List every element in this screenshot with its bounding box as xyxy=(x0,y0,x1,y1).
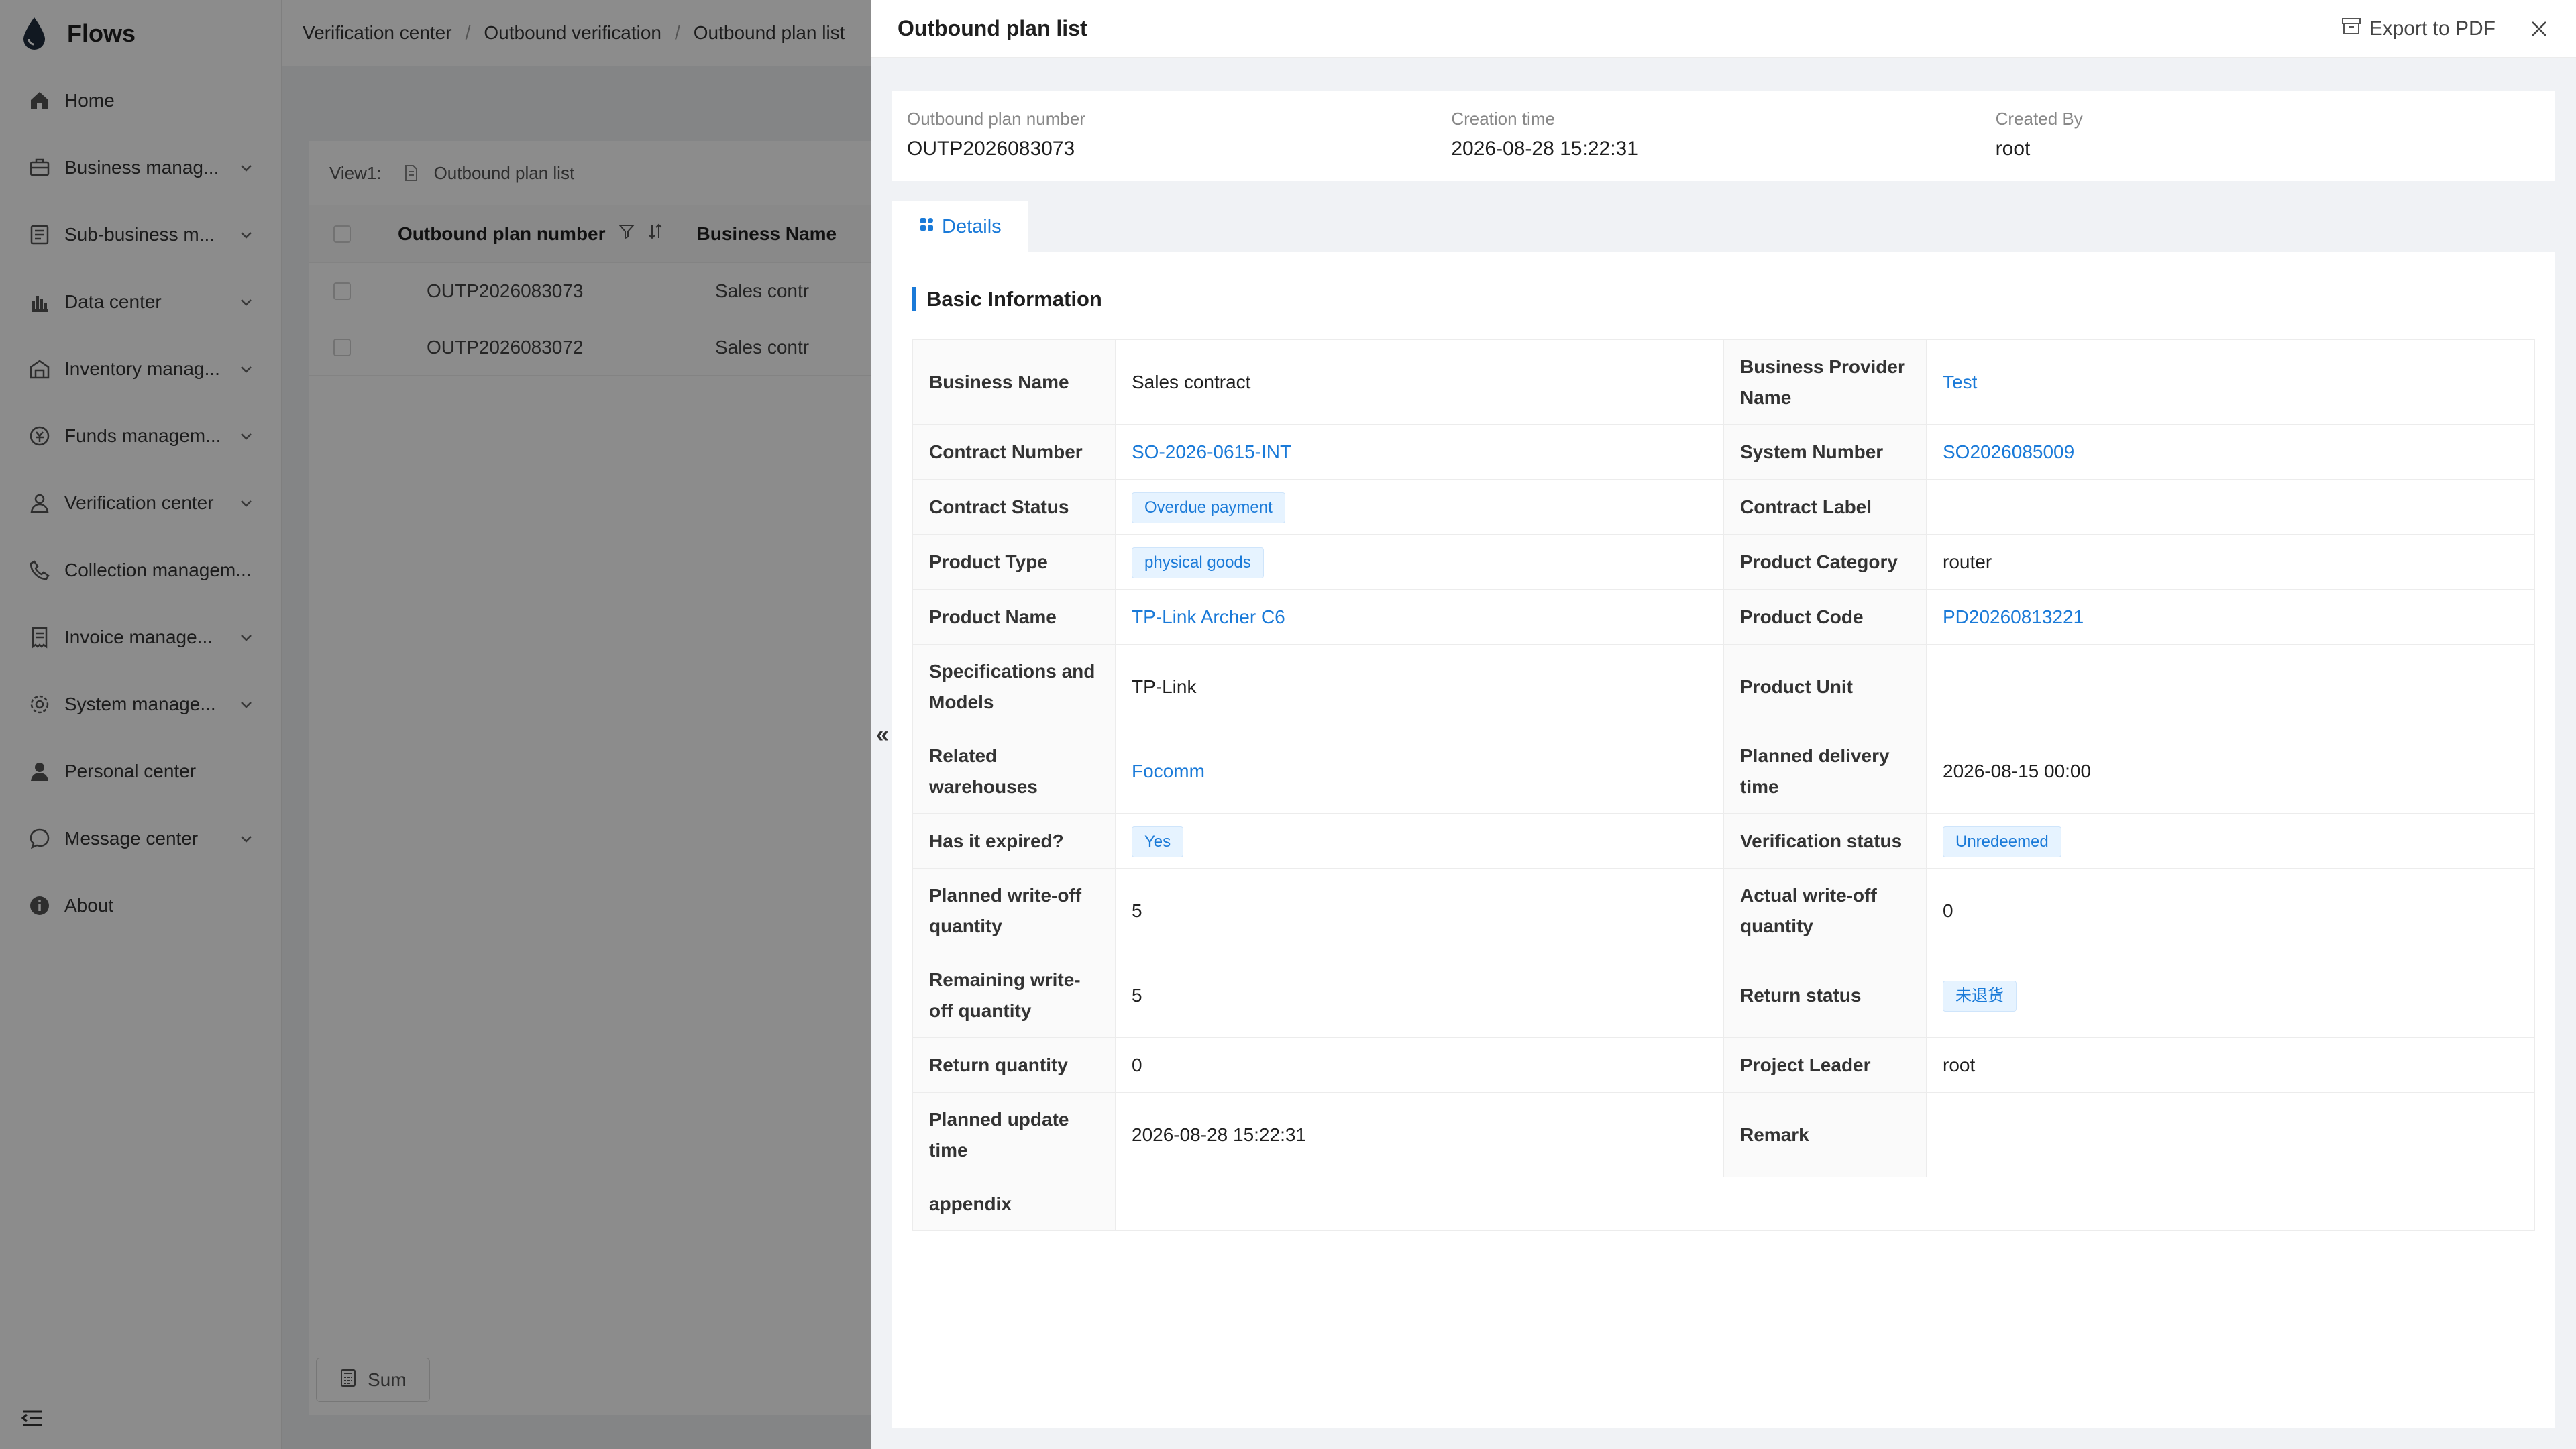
field-value xyxy=(1926,644,2535,729)
info-row: Return quantity 0 Project Leader root xyxy=(912,1037,2535,1093)
field-label: Contract Number xyxy=(912,424,1116,480)
info-row: Remaining write-off quantity 5 Return st… xyxy=(912,953,2535,1038)
info-row: Contract Status Overdue payment Contract… xyxy=(912,479,2535,535)
info-row: Contract Number SO-2026-0615-INT System … xyxy=(912,424,2535,480)
field-label: Remark xyxy=(1723,1092,1927,1177)
warehouse-link[interactable]: Focomm xyxy=(1115,729,1724,814)
field-value: TP-Link xyxy=(1115,644,1724,729)
summary-label: Created By xyxy=(1995,109,2083,129)
info-row: Product Type physical goods Product Cate… xyxy=(912,534,2535,590)
expand-panel-toggle[interactable]: « xyxy=(876,722,889,748)
field-label: Product Name xyxy=(912,589,1116,645)
summary-value: root xyxy=(1995,138,2031,160)
field-label: Related warehouses xyxy=(912,729,1116,814)
detail-drawer: Outbound plan list Export to PDF Outboun… xyxy=(871,0,2576,1449)
field-label: Product Type xyxy=(912,534,1116,590)
archive-icon xyxy=(2341,17,2361,41)
field-label: Planned delivery time xyxy=(1723,729,1927,814)
type-badge: physical goods xyxy=(1132,547,1264,578)
field-value xyxy=(1926,479,2535,535)
tab-details[interactable]: Details xyxy=(892,201,1028,252)
summary-label: Outbound plan number xyxy=(907,109,1085,129)
summary-label: Creation time xyxy=(1451,109,1555,129)
field-label: Business Provider Name xyxy=(1723,339,1927,425)
summary-value: 2026-08-28 15:22:31 xyxy=(1451,138,1638,160)
close-icon[interactable] xyxy=(2529,19,2549,39)
tab-label: Details xyxy=(942,215,1002,237)
system-number-link[interactable]: SO2026085009 xyxy=(1926,424,2535,480)
field-value: 2026-08-28 15:22:31 xyxy=(1115,1092,1724,1177)
export-pdf-button[interactable]: Export to PDF xyxy=(2341,17,2496,41)
field-value: 0 xyxy=(1115,1037,1724,1093)
summary-plan-number: Outbound plan number OUTP2026083073 xyxy=(907,106,1451,166)
verification-badge: Unredeemed xyxy=(1943,826,2061,857)
field-label: Product Code xyxy=(1723,589,1927,645)
field-label: System Number xyxy=(1723,424,1927,480)
expired-badge: Yes xyxy=(1132,826,1184,857)
field-label: Business Name xyxy=(912,339,1116,425)
info-row: Has it expired? Yes Verification status … xyxy=(912,813,2535,869)
summary-value: OUTP2026083073 xyxy=(907,138,1075,160)
field-label: Planned update time xyxy=(912,1092,1116,1177)
tab-strip: Details xyxy=(892,201,1028,252)
field-value: 5 xyxy=(1115,953,1724,1038)
info-row: Related warehouses Focomm Planned delive… xyxy=(912,729,2535,814)
field-label: Verification status xyxy=(1723,813,1927,869)
field-label: Product Unit xyxy=(1723,644,1927,729)
info-row: Business Name Sales contract Business Pr… xyxy=(912,339,2535,425)
field-label: appendix xyxy=(912,1177,1116,1231)
export-label: Export to PDF xyxy=(2369,17,2496,40)
field-label: Contract Status xyxy=(912,479,1116,535)
field-label: Return quantity xyxy=(912,1037,1116,1093)
field-value: 2026-08-15 00:00 xyxy=(1926,729,2535,814)
field-value: Unredeemed xyxy=(1926,813,2535,869)
product-name-link[interactable]: TP-Link Archer C6 xyxy=(1115,589,1724,645)
product-code-link[interactable]: PD20260813221 xyxy=(1926,589,2535,645)
field-label: Has it expired? xyxy=(912,813,1116,869)
field-label: Remaining write-off quantity xyxy=(912,953,1116,1038)
field-value: 未退货 xyxy=(1926,953,2535,1038)
field-value: 0 xyxy=(1926,868,2535,953)
details-panel: Basic Information Business Name Sales co… xyxy=(892,252,2555,1428)
info-row: Product Name TP-Link Archer C6 Product C… xyxy=(912,589,2535,645)
info-row: Planned update time 2026-08-28 15:22:31 … xyxy=(912,1092,2535,1177)
field-value: Sales contract xyxy=(1115,339,1724,425)
summary-card: Outbound plan number OUTP2026083073 Crea… xyxy=(892,91,2555,181)
field-value: Yes xyxy=(1115,813,1724,869)
info-row: Planned write-off quantity 5 Actual writ… xyxy=(912,868,2535,953)
field-label: Planned write-off quantity xyxy=(912,868,1116,953)
field-value: Overdue payment xyxy=(1115,479,1724,535)
summary-creation-time: Creation time 2026-08-28 15:22:31 xyxy=(1451,106,1995,166)
field-value xyxy=(1115,1177,2535,1231)
info-row: Specifications and Models TP-Link Produc… xyxy=(912,644,2535,729)
section-title: Basic Information xyxy=(912,287,1102,311)
drawer-header: Outbound plan list Export to PDF xyxy=(871,0,2576,58)
provider-link[interactable]: Test xyxy=(1926,339,2535,425)
field-label: Product Category xyxy=(1723,534,1927,590)
field-value: router xyxy=(1926,534,2535,590)
field-label: Actual write-off quantity xyxy=(1723,868,1927,953)
contract-number-link[interactable]: SO-2026-0615-INT xyxy=(1115,424,1724,480)
field-label: Return status xyxy=(1723,953,1927,1038)
field-value: 5 xyxy=(1115,868,1724,953)
status-badge: Overdue payment xyxy=(1132,492,1285,523)
drawer-title: Outbound plan list xyxy=(898,16,1087,40)
field-label: Specifications and Models xyxy=(912,644,1116,729)
basic-info-table: Business Name Sales contract Business Pr… xyxy=(912,339,2535,1231)
field-value: physical goods xyxy=(1115,534,1724,590)
return-status-badge: 未退货 xyxy=(1943,980,2017,1012)
field-label: Contract Label xyxy=(1723,479,1927,535)
summary-created-by: Created By root xyxy=(1996,106,2540,166)
field-label: Project Leader xyxy=(1723,1037,1927,1093)
field-value xyxy=(1926,1092,2535,1177)
field-value: root xyxy=(1926,1037,2535,1093)
info-row: appendix xyxy=(912,1177,2535,1231)
grid-icon xyxy=(919,216,935,238)
